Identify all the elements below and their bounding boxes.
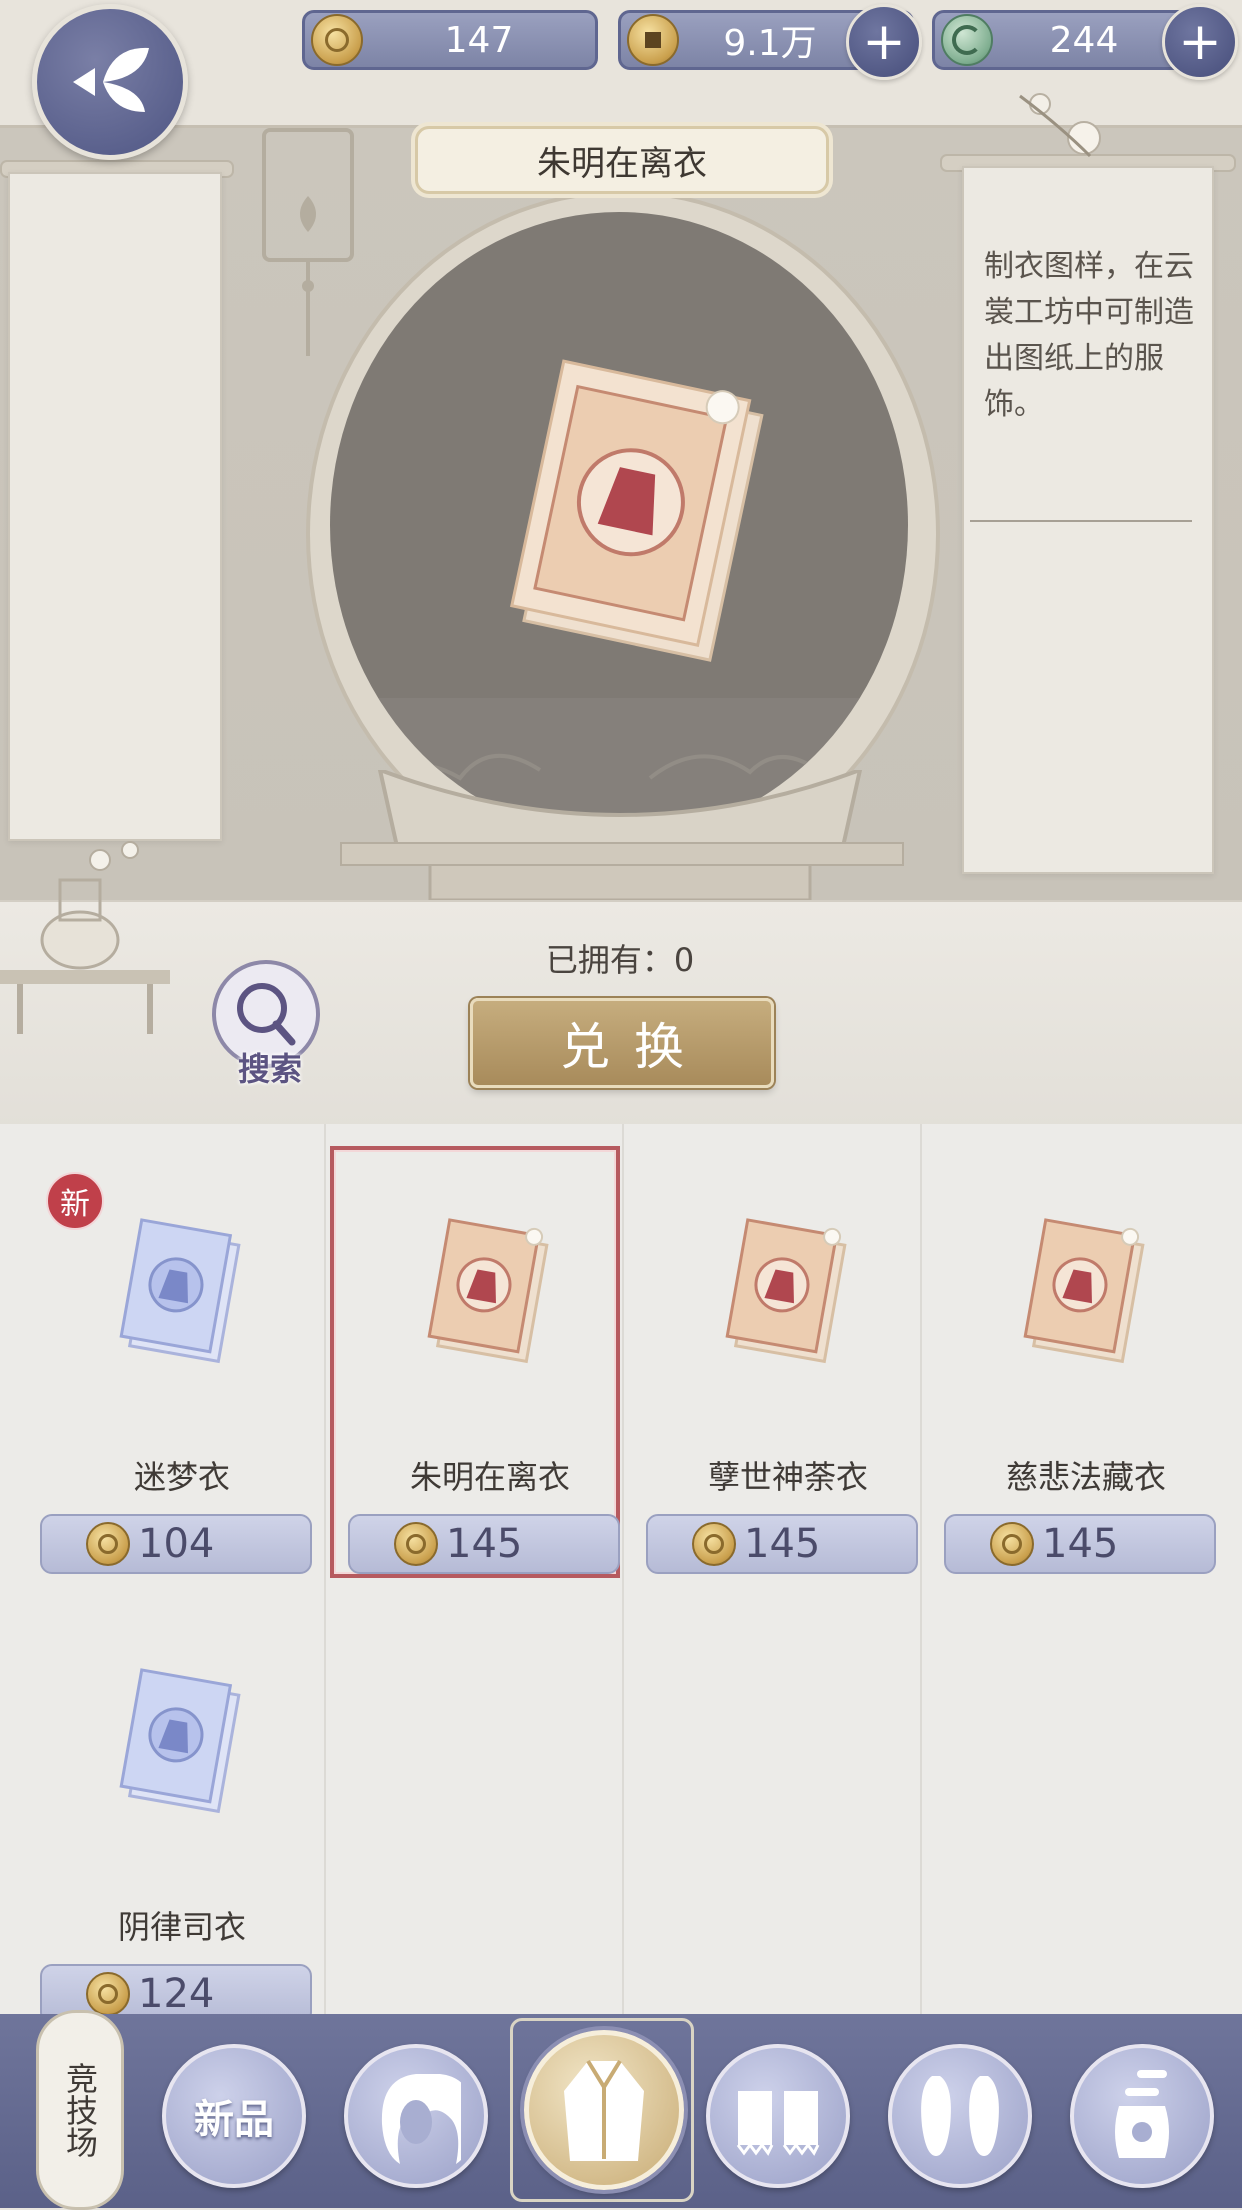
pattern-paper-icon <box>119 1668 241 1814</box>
item-title: 朱明在离衣 <box>415 126 829 194</box>
accessory-icon <box>1115 2070 1169 2158</box>
gold-coin-icon <box>692 1522 736 1566</box>
add-copper-button[interactable]: + <box>846 4 922 80</box>
item-name: 迷梦衣 <box>133 1458 230 1496</box>
pattern-paper-icon <box>1023 1218 1145 1364</box>
redeem-button[interactable]: 兑换 <box>470 998 774 1088</box>
lantern-decoration <box>262 128 354 356</box>
item-price: 124 <box>40 1964 312 2014</box>
gold-coin-icon <box>394 1522 438 1566</box>
tab-top-clothing[interactable] <box>524 2030 684 2190</box>
vase-decoration <box>0 841 170 1034</box>
gold-coin-icon <box>86 1522 130 1566</box>
item-price: 145 <box>348 1514 620 1574</box>
tab-accessories[interactable] <box>1070 2044 1214 2188</box>
item-name: 阴律司衣 <box>117 1908 246 1946</box>
tab-new-arrivals[interactable]: 新品 <box>162 2044 306 2188</box>
price-value: 104 <box>138 1521 215 1567</box>
price-value: 145 <box>744 1521 821 1567</box>
price-value: 124 <box>138 1971 215 2014</box>
price-value: 145 <box>1042 1521 1119 1567</box>
tab-hair[interactable] <box>344 2044 488 2188</box>
back-button[interactable] <box>32 4 188 160</box>
search-label: 搜索 <box>237 1050 302 1088</box>
display-shelf <box>340 842 904 866</box>
left-scroll-panel <box>8 172 222 841</box>
owned-count: 已拥有：0 <box>545 941 695 979</box>
grid-item[interactable]: 孽世神荼衣 145 <box>638 1124 938 1574</box>
copper-coin-icon <box>627 14 679 66</box>
top-icon <box>564 2059 644 2161</box>
shoes-icon <box>921 2076 999 2156</box>
currency-gold: 147 <box>302 10 598 70</box>
pattern-paper-large <box>510 359 764 662</box>
tab-shoes[interactable] <box>888 2044 1032 2188</box>
gold-coin-icon <box>990 1522 1034 1566</box>
grid-item[interactable]: 阴律司衣 124 <box>32 1574 332 2014</box>
pattern-paper-icon <box>725 1218 847 1364</box>
item-grid: 新 迷梦衣 104 朱明在离衣 145 孽世神荼衣 145 慈悲法藏衣 145 … <box>0 1124 1242 2014</box>
pattern-paper-icon <box>427 1218 549 1364</box>
add-jade-button[interactable]: + <box>1162 4 1238 80</box>
arena-tab[interactable]: 竞技场 <box>36 2010 124 2210</box>
back-butterfly-icon <box>73 47 149 112</box>
item-price: 145 <box>646 1514 918 1574</box>
item-price: 104 <box>40 1514 312 1574</box>
pattern-paper-icon <box>119 1218 241 1364</box>
new-badge: 新 <box>46 1172 104 1230</box>
grid-item-selected[interactable]: 朱明在离衣 145 <box>330 1124 640 1578</box>
gold-coin-icon <box>311 14 363 66</box>
jade-dragon-icon <box>941 14 993 66</box>
item-name: 孽世神荼衣 <box>707 1458 868 1496</box>
grid-item[interactable]: 慈悲法藏衣 145 <box>936 1124 1236 1574</box>
item-name: 朱明在离衣 <box>409 1458 570 1496</box>
item-description: 制衣图样，在云裳工坊中可制造出图纸上的服饰。 <box>984 249 1194 422</box>
jade-amount: 244 <box>1049 19 1119 61</box>
price-value: 145 <box>446 1521 523 1567</box>
flower-decoration <box>1019 93 1101 158</box>
copper-amount: 9.1万 <box>723 23 817 64</box>
item-price: 145 <box>944 1514 1216 1574</box>
divider <box>970 520 1192 522</box>
bottom-icon <box>736 2091 820 2156</box>
gold-coin-icon <box>86 1972 130 2014</box>
gold-amount: 147 <box>444 19 514 61</box>
grid-item[interactable]: 新 迷梦衣 104 <box>32 1124 332 1574</box>
hair-icon <box>381 2074 461 2164</box>
mirror-stand <box>377 770 863 902</box>
tab-bottoms[interactable] <box>706 2044 850 2188</box>
item-name: 慈悲法藏衣 <box>1005 1458 1166 1496</box>
new-arrivals-label: 新品 <box>194 2097 274 2143</box>
